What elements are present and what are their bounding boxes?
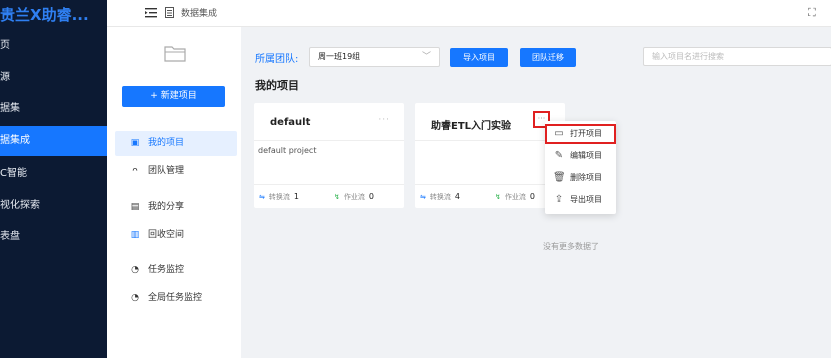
user-icon: ᴖ	[132, 166, 138, 176]
stat-count: 0	[529, 192, 535, 201]
stat-label: 转换流	[268, 193, 290, 201]
menu-item-open-project[interactable]: ▭ 打开项目	[545, 124, 616, 144]
new-project-button[interactable]: + 新建项目	[122, 86, 225, 107]
menu-fold-icon[interactable]	[145, 7, 157, 19]
project-icon: ▣	[130, 138, 140, 148]
menu-item-label: 打开项目	[570, 129, 602, 138]
sidebar-item-recycle-bin[interactable]: ▥ 回收空间	[115, 223, 237, 248]
edit-icon: ✎	[554, 150, 564, 161]
breadcrumb: 数据集成	[181, 9, 218, 19]
project-sidebar: + 新建项目 ▣ 我的项目 ᴖ 团队管理 ▤ 我的分享 ▥ 回收空间 ◔ 任务监控 ◔ 全局…	[107, 27, 241, 358]
folder-open-icon: ▭	[554, 128, 564, 139]
team-select-value: 周一班19组	[318, 52, 361, 61]
stat-label: 作业流	[343, 193, 365, 201]
export-icon: ⇪	[554, 194, 564, 205]
sidebar-item-global-task-monitor[interactable]: ◔ 全局任务监控	[115, 286, 237, 311]
menu-item-label: 编辑项目	[570, 151, 602, 160]
divider	[254, 184, 404, 185]
menu-item-delete-project[interactable]: 🗑 删除项目	[545, 168, 616, 188]
nav-item-datasource[interactable]: 源	[0, 63, 107, 93]
job-flow-icon: ↯	[334, 193, 340, 201]
nav-item-home[interactable]: 页	[0, 31, 107, 61]
sidebar-item-label: 我的分享	[148, 202, 185, 212]
sidebar-item-label: 团队管理	[148, 166, 185, 176]
clock-icon: ◔	[131, 265, 139, 275]
project-action-menu: ▭ 打开项目 ✎ 编辑项目 🗑 删除项目 ⇪ 导出项目	[545, 121, 616, 214]
clock-icon: ◔	[131, 293, 139, 303]
recycle-icon: ▥	[130, 230, 140, 240]
convert-flow-stat: ⇋ 转换流 1	[259, 192, 299, 202]
sidebar-item-label: 我的项目	[148, 138, 185, 148]
main-content: 所属团队: 周一班19组 ﹀ 导入项目 团队迁移 输入项目名进行搜索 我的项目 …	[241, 27, 831, 358]
divider	[415, 184, 565, 185]
project-card-title: default	[270, 117, 311, 128]
nav-item-bi[interactable]: C智能	[0, 159, 107, 189]
import-project-button[interactable]: 导入项目	[450, 48, 508, 67]
menu-item-label: 删除项目	[570, 173, 602, 182]
page-title: 我的项目	[255, 79, 299, 92]
chevron-down-icon: ﹀	[421, 52, 431, 62]
sidebar-item-my-shares[interactable]: ▤ 我的分享	[115, 195, 237, 220]
divider	[415, 140, 565, 141]
stat-label: 转换流	[429, 193, 451, 201]
team-select[interactable]: 周一班19组 ﹀	[309, 47, 440, 67]
job-flow-icon: ↯	[495, 193, 501, 201]
menu-item-label: 导出项目	[570, 195, 602, 204]
transform-icon: ⇋	[420, 193, 426, 201]
project-card[interactable]: default ··· default project ⇋ 转换流 1 ↯ 作业流 0	[254, 103, 404, 208]
main-navigation: 贵兰X助睿... 页 源 据集 据集成 C智能 视化探索 表盘	[0, 0, 107, 358]
menu-item-export-project[interactable]: ⇪ 导出项目	[545, 190, 616, 210]
sidebar-item-label: 回收空间	[148, 230, 185, 240]
search-input[interactable]: 输入项目名进行搜索	[643, 47, 831, 66]
folder-icon	[164, 46, 186, 62]
stat-count: 1	[293, 192, 299, 201]
team-migrate-button[interactable]: 团队迁移	[520, 48, 576, 67]
fullscreen-icon[interactable]: ⛶	[808, 6, 816, 20]
document-icon	[165, 7, 174, 18]
transform-icon: ⇋	[259, 193, 265, 201]
menu-item-edit-project[interactable]: ✎ 编辑项目	[545, 146, 616, 166]
sidebar-item-task-monitor[interactable]: ◔ 任务监控	[115, 258, 237, 283]
stat-count: 0	[368, 192, 374, 201]
project-card-title: 助睿ETL入门实验	[431, 121, 512, 132]
nav-item-dataset[interactable]: 据集	[0, 94, 107, 124]
project-card-description: default project	[258, 146, 317, 155]
sidebar-item-label: 任务监控	[148, 265, 185, 275]
sidebar-item-team-management[interactable]: ᴖ 团队管理	[115, 159, 237, 184]
more-icon[interactable]: ···	[378, 115, 390, 125]
job-flow-stat: ↯ 作业流 0	[334, 192, 374, 202]
divider	[254, 140, 404, 141]
no-more-data-text: 没有更多数据了	[543, 242, 599, 251]
top-header: 数据集成 ⛶	[107, 0, 831, 27]
stat-count: 4	[454, 192, 460, 201]
app-title: 贵兰X助睿...	[0, 6, 89, 24]
sidebar-item-label: 全局任务监控	[148, 293, 203, 303]
trash-icon: 🗑	[553, 172, 566, 183]
team-label: 所属团队:	[255, 54, 299, 65]
stat-label: 作业流	[504, 193, 526, 201]
nav-item-data-integration[interactable]: 据集成	[0, 126, 107, 156]
nav-item-dashboard[interactable]: 表盘	[0, 222, 107, 252]
job-flow-stat: ↯ 作业流 0	[495, 192, 535, 202]
convert-flow-stat: ⇋ 转换流 4	[420, 192, 460, 202]
share-icon: ▤	[130, 202, 140, 212]
sidebar-item-my-projects[interactable]: ▣ 我的项目	[115, 131, 237, 156]
nav-item-visual-explore[interactable]: 视化探索	[0, 191, 107, 221]
